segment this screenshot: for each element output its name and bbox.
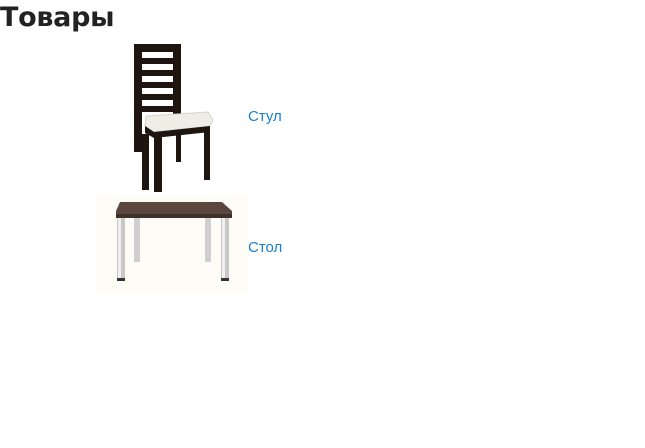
list-item: Стул (96, 40, 356, 194)
product-link-table[interactable]: Стол (248, 239, 282, 256)
page-title: Товары (0, 2, 115, 33)
product-link-chair[interactable]: Стул (248, 108, 282, 125)
list-item: Стол (96, 194, 356, 294)
product-list: Стул Стол (96, 40, 356, 294)
table-image (96, 194, 248, 294)
page: Товары Стул Стол (0, 0, 645, 448)
chair-image (134, 44, 214, 192)
